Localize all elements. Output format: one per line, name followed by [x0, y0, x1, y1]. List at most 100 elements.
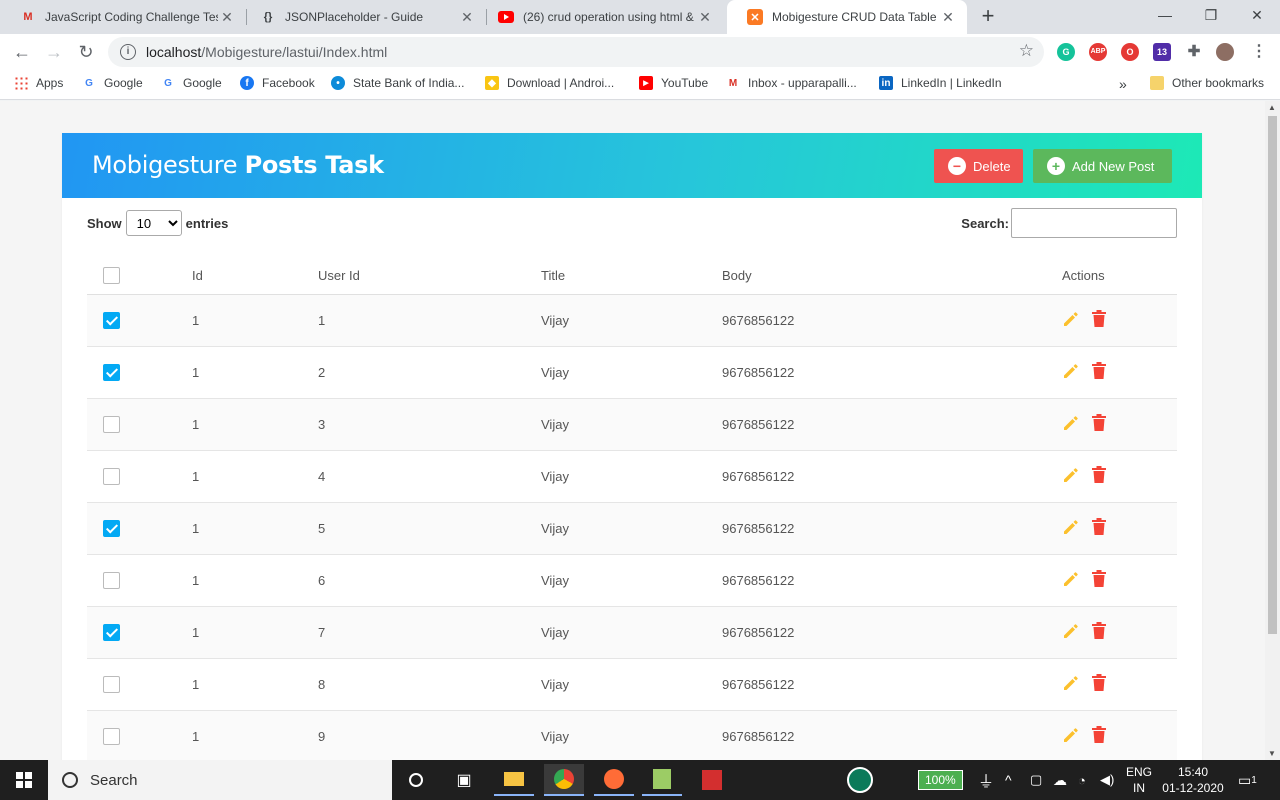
bookmark-linkedin[interactable]: in LinkedIn | LinkedIn [879, 76, 1002, 90]
row-checkbox[interactable] [103, 416, 120, 433]
bookmark-inbox[interactable]: M Inbox - upparapalli... [726, 76, 857, 90]
activity-monitor-icon[interactable] [840, 764, 880, 796]
bookmark-google-2[interactable]: G Google [161, 76, 222, 90]
profile-avatar[interactable] [1216, 43, 1234, 61]
opera-vpn-icon[interactable]: O [1121, 43, 1139, 61]
row-checkbox[interactable] [103, 676, 120, 693]
bookmark-youtube[interactable]: ▶ YouTube [639, 76, 708, 90]
column-header-title[interactable]: Title [541, 267, 722, 295]
close-icon[interactable]: ✕ [458, 9, 476, 26]
row-checkbox[interactable] [103, 520, 120, 537]
add-new-post-button[interactable]: + Add New Post [1033, 149, 1172, 183]
trash-icon[interactable] [1092, 362, 1122, 380]
edit-pencil-icon[interactable] [1062, 674, 1092, 692]
notepad-plus-icon[interactable] [642, 764, 682, 796]
trash-icon[interactable] [1092, 622, 1122, 640]
language-indicator[interactable]: ENG IN [1124, 764, 1154, 796]
close-icon[interactable]: ✕ [939, 9, 957, 26]
select-all-checkbox[interactable] [103, 267, 120, 284]
postman-icon[interactable] [594, 764, 634, 796]
cortana-icon[interactable] [396, 764, 436, 796]
puzzle-icon[interactable]: ✚ [1185, 43, 1203, 61]
edit-pencil-icon[interactable] [1062, 622, 1092, 640]
address-bar[interactable]: i localhost/Mobigesture/lastui/Index.htm… [108, 37, 1044, 67]
search-label: Search: [961, 215, 1009, 231]
tab-youtube[interactable]: (26) crud operation using html & ✕ [478, 0, 724, 34]
adblock-icon[interactable]: ABP [1089, 43, 1107, 61]
restore-button[interactable]: ❐ [1188, 0, 1234, 30]
page-length-select[interactable]: 10 [125, 210, 182, 236]
info-icon[interactable]: i [120, 44, 136, 60]
extension-badge-icon[interactable]: 13 [1153, 43, 1171, 61]
scroll-up-icon[interactable]: ▲ [1268, 103, 1276, 112]
edit-pencil-icon[interactable] [1062, 362, 1092, 380]
scrollbar-thumb[interactable] [1268, 116, 1277, 634]
acrobat-icon[interactable] [692, 764, 732, 796]
wifi-icon[interactable]: ◔ [1078, 760, 1086, 800]
file-explorer-icon[interactable] [494, 764, 534, 796]
row-checkbox[interactable] [103, 624, 120, 641]
new-tab-button[interactable]: + [976, 4, 1000, 28]
taskbar-search[interactable]: Search [48, 760, 392, 800]
close-window-button[interactable]: ✕ [1234, 0, 1280, 30]
show-hidden-icons-icon[interactable]: ^ [1005, 760, 1012, 800]
trash-icon[interactable] [1092, 466, 1122, 484]
scroll-down-icon[interactable]: ▼ [1268, 749, 1276, 758]
clock[interactable]: 15:40 01-12-2020 [1158, 764, 1228, 796]
trash-icon[interactable] [1092, 518, 1122, 536]
delete-button[interactable]: − Delete [934, 149, 1023, 183]
page-scrollbar[interactable]: ▲ ▼ [1265, 101, 1280, 760]
row-checkbox[interactable] [103, 572, 120, 589]
forward-arrow-icon[interactable]: → [40, 38, 68, 66]
bookmark-sbi[interactable]: • State Bank of India... [331, 76, 464, 90]
row-checkbox[interactable] [103, 364, 120, 381]
more-bookmarks-button[interactable]: » [1119, 76, 1127, 92]
search-input[interactable] [1011, 208, 1177, 238]
edit-pencil-icon[interactable] [1062, 466, 1092, 484]
tab-jsonplaceholder[interactable]: {} JSONPlaceholder - Guide ✕ [240, 0, 486, 34]
chrome-icon[interactable] [544, 764, 584, 796]
edit-pencil-icon[interactable] [1062, 310, 1092, 328]
start-button[interactable] [0, 760, 48, 800]
notification-center-icon[interactable]: ▭ 1 [1238, 760, 1257, 800]
column-header-id[interactable]: Id [192, 267, 318, 295]
trash-icon[interactable] [1092, 726, 1122, 744]
bookmark-label: Inbox - upparapalli... [748, 76, 857, 90]
bookmark-download[interactable]: ◆ Download | Androi... [485, 76, 614, 90]
task-view-icon[interactable]: ▣ [444, 764, 484, 796]
column-header-user-id[interactable]: User Id [318, 267, 541, 295]
trash-icon[interactable] [1092, 674, 1122, 692]
trash-icon[interactable] [1092, 570, 1122, 588]
bookmark-apps[interactable]: Apps [14, 76, 63, 90]
onedrive-icon[interactable]: ☁ [1053, 760, 1067, 800]
edit-pencil-icon[interactable] [1062, 518, 1092, 536]
trash-icon[interactable] [1092, 310, 1122, 328]
edit-pencil-icon[interactable] [1062, 570, 1092, 588]
edit-pencil-icon[interactable] [1062, 726, 1092, 744]
meet-now-icon[interactable]: ▢ [1030, 760, 1042, 800]
column-header-body[interactable]: Body [722, 267, 1052, 295]
tab-mobigesture[interactable]: ✕ Mobigesture CRUD Data Table ✕ [727, 0, 967, 34]
minimize-button[interactable]: — [1142, 0, 1188, 30]
volume-icon[interactable]: ◀) [1100, 760, 1114, 800]
battery-indicator[interactable]: 100% [918, 760, 963, 800]
trash-icon[interactable] [1092, 414, 1122, 432]
edit-pencil-icon[interactable] [1062, 414, 1092, 432]
row-checkbox[interactable] [103, 468, 120, 485]
row-checkbox[interactable] [103, 312, 120, 329]
menu-kebab-icon[interactable]: ⋮ [1250, 43, 1268, 61]
power-plug-icon[interactable]: ⏚ [978, 760, 994, 800]
browser-toolbar: ← → ↻ i localhost/Mobigesture/lastui/Ind… [0, 34, 1280, 70]
bookmark-facebook[interactable]: f Facebook [240, 76, 315, 90]
bookmark-star-icon[interactable]: ☆ [1019, 41, 1034, 61]
close-icon[interactable]: ✕ [218, 9, 236, 26]
other-bookmarks[interactable]: Other bookmarks [1150, 76, 1264, 90]
cell-id: 1 [192, 573, 200, 588]
grammarly-icon[interactable]: G [1057, 43, 1075, 61]
bookmark-google-1[interactable]: G Google [82, 76, 143, 90]
tab-gmail[interactable]: M JavaScript Coding Challenge Test ✕ [0, 0, 246, 34]
reload-icon[interactable]: ↻ [72, 38, 100, 66]
close-icon[interactable]: ✕ [696, 9, 714, 26]
row-checkbox[interactable] [103, 728, 120, 746]
back-arrow-icon[interactable]: ← [8, 38, 36, 66]
